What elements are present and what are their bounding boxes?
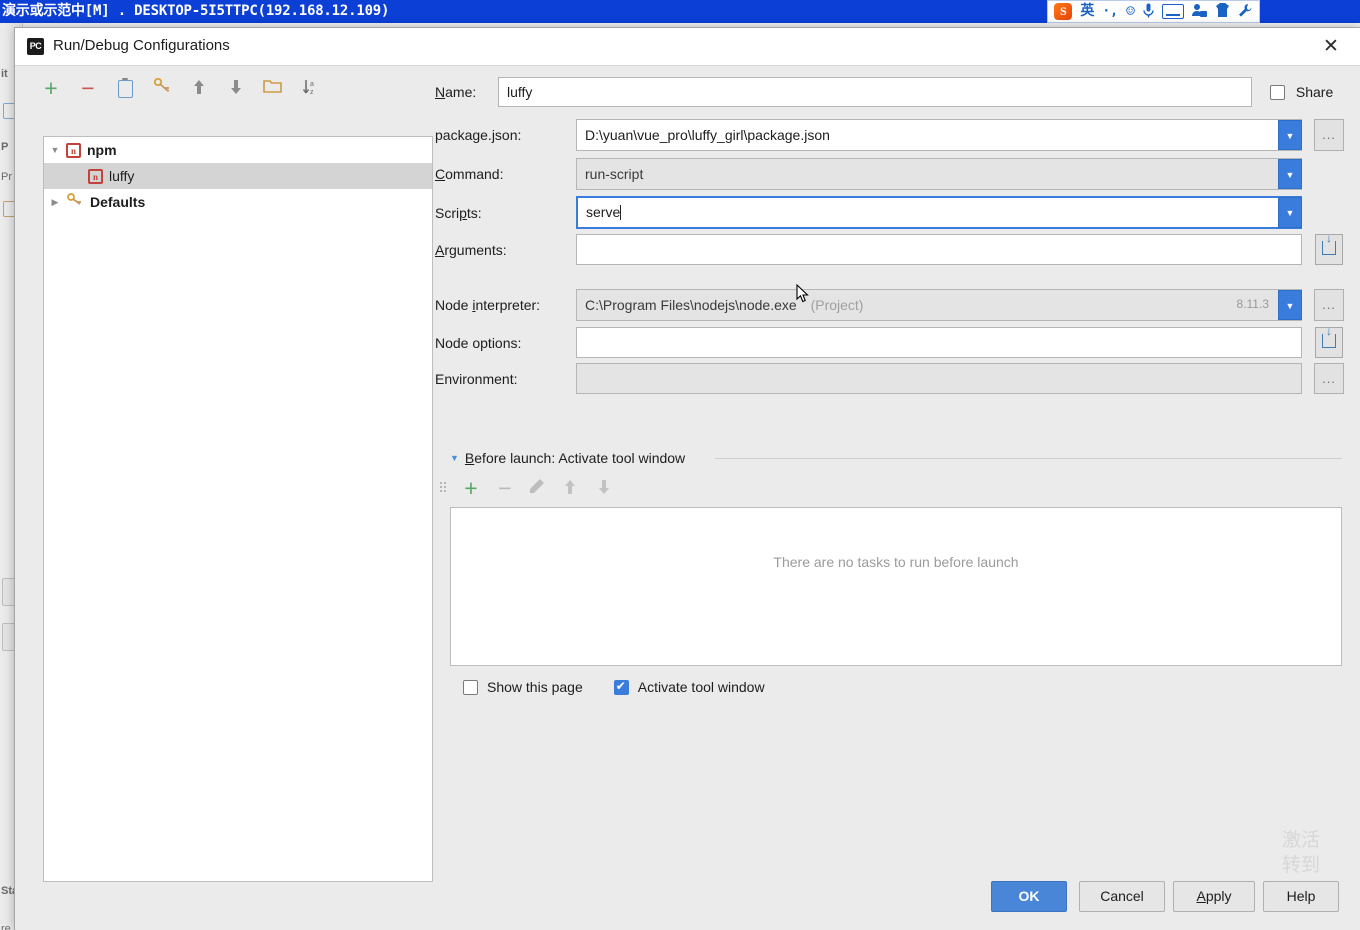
edit-templates-icon[interactable] [152, 78, 172, 98]
before-launch-section-header[interactable]: ▼ BBefore launch: Activate tool windowef… [450, 450, 685, 466]
node-interpreter-dropdown-icon[interactable]: ▼ [1278, 290, 1302, 320]
section-divider [715, 458, 1342, 459]
move-down-icon[interactable] [226, 78, 246, 98]
pycharm-icon: PC [27, 38, 44, 55]
keyboard-icon[interactable] [1162, 4, 1184, 19]
copy-configuration-icon[interactable] [115, 78, 135, 98]
package-json-label: package.json: [435, 127, 521, 143]
bg-label-4: re [1, 923, 11, 930]
show-this-page-checkbox[interactable] [463, 680, 478, 695]
before-launch-options: Show this page Activate tool window [463, 679, 765, 695]
activate-tool-window-checkbox[interactable] [614, 680, 629, 695]
cancel-button[interactable]: Cancel [1079, 881, 1165, 912]
remote-desktop-title: 演示或示范中[M] . DESKTOP-5I5TTPC(192.168.12.1… [2, 0, 389, 23]
share-checkbox[interactable]: Share [1270, 84, 1333, 100]
twisty-icon[interactable]: ▶ [44, 197, 66, 208]
node-interpreter-browse-button[interactable]: ... [1314, 289, 1344, 321]
configurations-toolbar: + − az [41, 78, 320, 98]
text-cursor [620, 205, 621, 220]
ime-toolbar[interactable]: S 英 ·, ☺ [1047, 0, 1260, 23]
environment-browse-button[interactable]: ... [1314, 363, 1344, 394]
collapse-twisty-icon[interactable]: ▼ [450, 453, 459, 463]
move-task-up-icon [563, 478, 583, 498]
sort-alphabetically-icon[interactable]: az [300, 78, 320, 98]
move-up-icon[interactable] [189, 78, 209, 98]
node-interpreter-scope: (Project) [811, 297, 864, 313]
remove-configuration-icon[interactable]: − [78, 78, 98, 98]
share-label: Share [1296, 84, 1333, 100]
add-configuration-icon[interactable]: + [41, 78, 61, 98]
scripts-dropdown-icon[interactable]: ▼ [1278, 197, 1302, 228]
bg-label-2: Pr [1, 171, 12, 183]
move-task-down-icon [597, 478, 617, 498]
wrench-tools-icon[interactable] [1238, 3, 1253, 20]
npm-icon: n [66, 143, 81, 158]
before-launch-toolbar: + − [439, 478, 617, 498]
command-label: Command: [435, 166, 503, 182]
node-interpreter-input[interactable]: C:\Program Files\nodejs\node.exe (Projec… [576, 289, 1302, 321]
node-options-input[interactable] [576, 327, 1302, 358]
twisty-icon[interactable]: ▼ [44, 145, 66, 155]
user-account-icon[interactable] [1192, 3, 1207, 20]
package-json-dropdown-icon[interactable]: ▼ [1278, 120, 1302, 150]
tree-item-label: npm [87, 142, 117, 158]
drag-handle-icon[interactable] [439, 481, 447, 495]
package-json-browse-button[interactable]: ... [1314, 119, 1344, 151]
ok-button[interactable]: OK [991, 881, 1067, 912]
tree-item-defaults[interactable]: ▶ Defaults [44, 189, 432, 215]
npm-icon: n [88, 169, 103, 184]
remove-task-icon: − [495, 478, 515, 498]
microphone-icon[interactable] [1143, 3, 1154, 21]
edit-task-icon [529, 478, 549, 498]
defaults-wrench-icon [66, 193, 83, 211]
remote-desktop-title-bar: 演示或示范中[M] . DESKTOP-5I5TTPC(192.168.12.1… [0, 0, 1360, 23]
node-interpreter-path: C:\Program Files\nodejs\node.exe [585, 297, 797, 313]
tree-item-label: Defaults [90, 194, 145, 210]
ime-language-icon[interactable]: 英 [1080, 0, 1094, 23]
arguments-input[interactable] [576, 234, 1302, 265]
skin-shirt-icon[interactable] [1215, 3, 1230, 20]
screen: it P Pr Sta re 演示或示范中[M] . DESKTOP-5I5TT… [0, 0, 1360, 930]
node-options-expand-button[interactable] [1315, 327, 1343, 358]
name-input[interactable]: luffy [498, 77, 1252, 107]
help-button[interactable]: Help [1263, 881, 1339, 912]
dialog-title: Run/Debug Configurations [53, 37, 230, 54]
share-checkbox-box[interactable] [1270, 85, 1285, 100]
svg-text:a: a [310, 81, 314, 88]
node-interpreter-label: Node interpreter: [435, 297, 540, 313]
name-label: NName:ame: [435, 84, 476, 100]
show-this-page-label: Show this page [487, 679, 583, 695]
environment-label: Environment: [435, 371, 517, 387]
svg-text:z: z [310, 89, 314, 96]
scripts-input[interactable]: serve [576, 196, 1302, 229]
bg-label-1: P [1, 141, 8, 153]
node-options-label: Node options: [435, 335, 521, 351]
before-launch-task-list[interactable]: There are no tasks to run before launch [450, 507, 1342, 666]
node-version: 8.11.3 [1237, 290, 1269, 318]
scripts-value: serve [586, 204, 620, 220]
bg-label-0: it [1, 68, 8, 80]
dialog-header: PC Run/Debug Configurations ✕ [15, 28, 1360, 66]
configurations-tree[interactable]: ▼ n npm n luffy ▶ Defaults [43, 136, 433, 882]
arguments-expand-button[interactable] [1315, 234, 1343, 265]
close-icon[interactable]: ✕ [1308, 30, 1354, 64]
run-debug-configurations-dialog: PC Run/Debug Configurations ✕ + − az [14, 27, 1360, 930]
tree-item-luffy[interactable]: n luffy [44, 163, 432, 189]
sogou-logo-icon[interactable]: S [1054, 3, 1072, 20]
command-dropdown-icon[interactable]: ▼ [1278, 159, 1302, 189]
environment-input[interactable] [576, 363, 1302, 394]
folder-icon[interactable] [263, 78, 283, 98]
add-task-icon[interactable]: + [461, 478, 481, 498]
scripts-label: Scripts: [435, 205, 482, 221]
arguments-label: Arguments: [435, 242, 507, 258]
punctuation-icon[interactable]: ·, [1102, 5, 1118, 18]
empty-task-list-message: There are no tasks to run before launch [451, 554, 1341, 570]
package-json-input[interactable]: D:\yuan\vue_pro\luffy_girl\package.json [576, 119, 1302, 151]
tree-item-npm[interactable]: ▼ n npm [44, 137, 432, 163]
apply-button[interactable]: AApplypply [1173, 881, 1255, 912]
activate-tool-window-label: Activate tool window [638, 679, 765, 695]
command-input[interactable]: run-script [576, 158, 1302, 190]
emoji-icon[interactable]: ☺ [1126, 4, 1135, 19]
tree-item-label: luffy [109, 168, 134, 184]
